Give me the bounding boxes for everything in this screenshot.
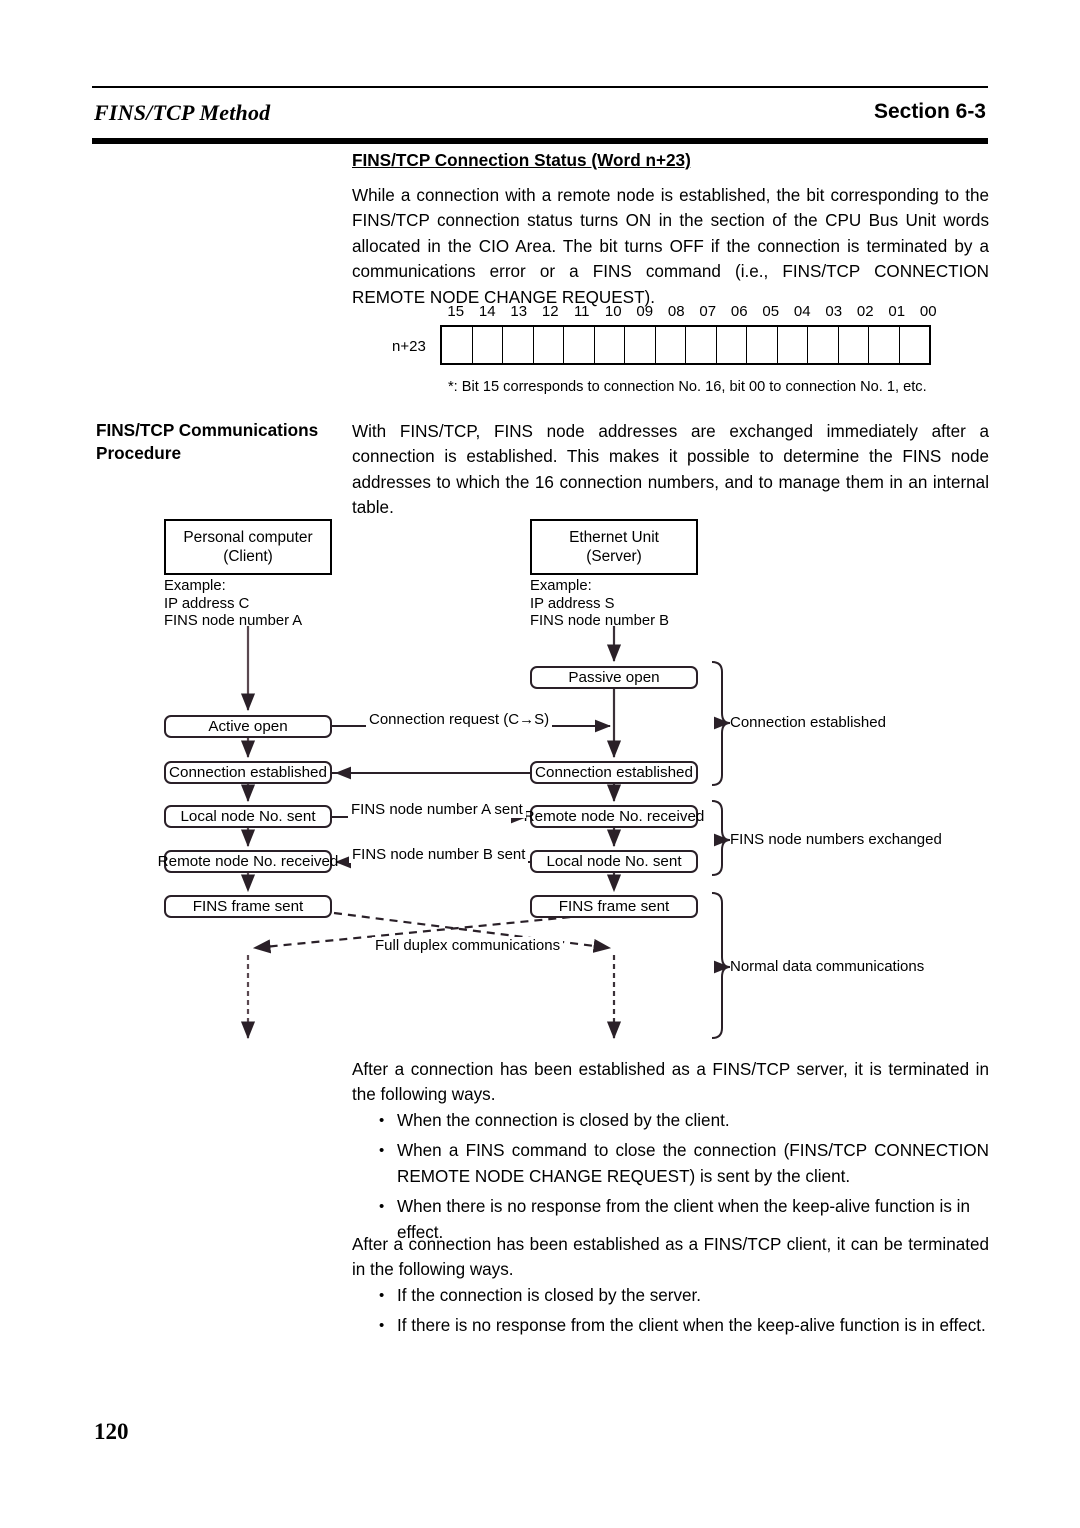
diagram-node-client: Personal computer (Client) bbox=[164, 519, 332, 575]
bit-number: 05 bbox=[762, 303, 780, 320]
header-rule-top bbox=[92, 86, 988, 88]
state-box-active-open: Active open bbox=[164, 715, 332, 738]
subsection-heading: FINS/TCP Connection Status (Word n+23) bbox=[352, 150, 691, 170]
server-example-line3: FINS node number B bbox=[530, 613, 669, 630]
flow-label-node-a-sent: FINS node number A sent bbox=[348, 801, 526, 818]
state-box-connection-established-server: Connection established bbox=[530, 761, 698, 784]
server-title-line1: Ethernet Unit bbox=[569, 529, 659, 546]
procedure-paragraph: With FINS/TCP, FINS node addresses are e… bbox=[352, 422, 989, 518]
client-title-line2: (Client) bbox=[223, 548, 273, 565]
bit-number: 09 bbox=[636, 303, 654, 320]
bit-number: 03 bbox=[825, 303, 843, 320]
bit-cell bbox=[686, 327, 717, 363]
bit-number: 13 bbox=[510, 303, 528, 320]
header-rule-bottom bbox=[92, 138, 988, 144]
brace-label-normal-data-communications: Normal data communications bbox=[730, 958, 925, 975]
bit-number: 14 bbox=[478, 303, 496, 320]
page-number: 120 bbox=[94, 1419, 129, 1444]
bit-number: 06 bbox=[730, 303, 748, 320]
server-example-line1: Example: bbox=[530, 578, 592, 594]
state-box-fins-frame-sent-server: FINS frame sent bbox=[530, 895, 698, 918]
bit-cell bbox=[625, 327, 656, 363]
flow-label-full-duplex: Full duplex communications bbox=[372, 937, 564, 954]
flow-label-connection-request: Connection request (C→S) bbox=[366, 711, 553, 728]
bit-number: 08 bbox=[667, 303, 685, 320]
state-box-local-node-sent-client: Local node No. sent bbox=[164, 805, 332, 828]
bit-cell bbox=[503, 327, 534, 363]
bit-cell bbox=[595, 327, 625, 363]
server-title-line2: (Server) bbox=[586, 548, 642, 565]
state-box-remote-node-received-client: Remote node No. received bbox=[158, 850, 338, 873]
list-item: If there is no response from the client … bbox=[375, 1313, 989, 1339]
bit-cell bbox=[869, 327, 900, 363]
client-example-line1: Example: bbox=[164, 578, 226, 594]
client-termination-list: If the connection is closed by the serve… bbox=[375, 1283, 989, 1344]
bit-figure-footnote: *: Bit 15 corresponds to connection No. … bbox=[448, 379, 927, 395]
server-termination-list: When the connection is closed by the cli… bbox=[375, 1108, 989, 1250]
bit-number: 00 bbox=[919, 303, 937, 320]
bit-cell bbox=[473, 327, 503, 363]
bit-status-figure: n+23 15 14 13 12 11 10 09 08 07 06 05 04… bbox=[392, 303, 952, 398]
page-header: FINS/TCP Method Section 6-3 bbox=[92, 86, 988, 144]
list-item: When a FINS command to close the connect… bbox=[375, 1138, 989, 1189]
brace-label-connection-established: Connection established bbox=[730, 714, 886, 731]
server-example-block: Example: IP address S FINS node number B bbox=[530, 578, 669, 631]
bit-number: 15 bbox=[447, 303, 465, 320]
bit-cell bbox=[808, 327, 839, 363]
client-example-line3: FINS node number A bbox=[164, 613, 303, 630]
diagram-node-server: Ethernet Unit (Server) bbox=[530, 519, 698, 575]
bit-number: 07 bbox=[699, 303, 717, 320]
server-example-line2: IP address S bbox=[530, 595, 615, 612]
after-server-paragraph: After a connection has been established … bbox=[352, 1060, 989, 1105]
bit-cell bbox=[534, 327, 564, 363]
bit-number: 02 bbox=[856, 303, 874, 320]
client-example-line2: IP address C bbox=[164, 595, 250, 612]
bit-cell bbox=[564, 327, 595, 363]
bit-number: 10 bbox=[604, 303, 622, 320]
bit-cell bbox=[442, 327, 473, 363]
list-item: If the connection is closed by the serve… bbox=[375, 1283, 989, 1309]
state-box-passive-open: Passive open bbox=[530, 666, 698, 689]
bit-number: 12 bbox=[541, 303, 559, 320]
word-address-label: n+23 bbox=[392, 338, 426, 355]
running-head-section: Section 6-3 bbox=[873, 100, 986, 123]
intro-paragraph: While a connection with a remote node is… bbox=[352, 186, 989, 307]
brace-label-node-numbers-exchanged: FINS node numbers exchanged bbox=[730, 831, 942, 848]
bit-number: 01 bbox=[888, 303, 906, 320]
state-box-connection-established-client: Connection established bbox=[164, 761, 332, 784]
state-box-local-node-sent-server: Local node No. sent bbox=[530, 850, 698, 873]
bit-cell bbox=[717, 327, 747, 363]
bit-cell-row bbox=[440, 325, 931, 365]
client-example-block: Example: IP address C FINS node number A bbox=[164, 578, 302, 631]
flow-label-node-b-sent: FINS node number B sent bbox=[349, 846, 529, 863]
state-box-fins-frame-sent-client: FINS frame sent bbox=[164, 895, 332, 918]
bit-number-row: 15 14 13 12 11 10 09 08 07 06 05 04 03 0… bbox=[440, 303, 944, 320]
running-head-title: FINS/TCP Method bbox=[94, 100, 271, 125]
bit-number: 11 bbox=[573, 303, 590, 320]
bit-number: 04 bbox=[793, 303, 811, 320]
bit-cell bbox=[747, 327, 778, 363]
list-item: When the connection is closed by the cli… bbox=[375, 1108, 989, 1134]
bit-cell bbox=[778, 327, 808, 363]
after-client-paragraph: After a connection has been established … bbox=[352, 1235, 989, 1280]
state-box-remote-node-received-server: Remote node No. received bbox=[524, 805, 704, 828]
client-title-line1: Personal computer bbox=[183, 529, 313, 546]
margin-heading: FINS/TCP Communications Procedure bbox=[96, 420, 319, 463]
bit-cell bbox=[656, 327, 686, 363]
bit-cell bbox=[839, 327, 869, 363]
bit-cell bbox=[900, 327, 930, 363]
